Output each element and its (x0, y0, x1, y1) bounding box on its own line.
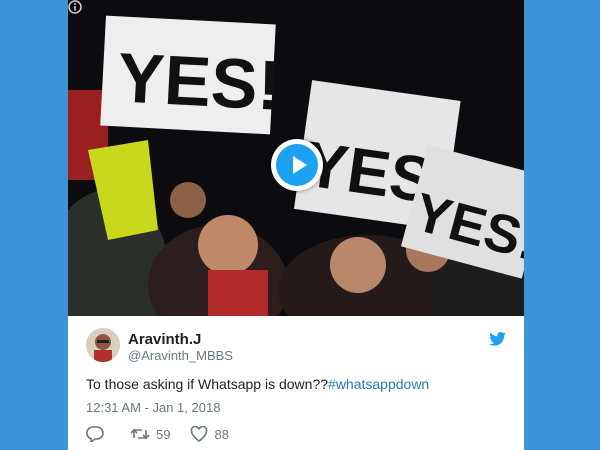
play-button[interactable] (271, 139, 323, 191)
video-player[interactable]: YES! YES! YES! (68, 0, 524, 316)
reply-icon (86, 426, 104, 442)
retweet-icon (130, 428, 150, 440)
heart-icon (191, 426, 208, 442)
twitter-bird-icon[interactable] (489, 332, 506, 346)
retweet-count: 59 (156, 426, 171, 442)
like-button[interactable]: 88 (190, 426, 229, 442)
retweet-button[interactable]: 59 (130, 426, 170, 442)
tweet-actions: 59 88 (86, 424, 249, 444)
like-count: 88 (214, 426, 229, 442)
hashtag-link[interactable]: #whatsappdown (328, 376, 429, 392)
avatar[interactable] (86, 328, 120, 362)
tweet-card: YES! YES! YES! Aravinth.J @Aravinth_MBBS… (68, 0, 524, 450)
tweet-header: Aravinth.J @Aravinth_MBBS (86, 328, 506, 368)
display-name[interactable]: Aravinth.J (128, 331, 201, 348)
tweet-text: To those asking if Whatsapp is down??#wh… (86, 376, 429, 392)
sign-1-text: YES! (116, 38, 283, 124)
info-icon[interactable] (68, 0, 82, 14)
tweet-body: To those asking if Whatsapp is down?? (86, 376, 329, 392)
play-icon (276, 144, 318, 186)
user-handle[interactable]: @Aravinth_MBBS (128, 348, 233, 363)
reply-button[interactable] (86, 426, 110, 442)
timestamp[interactable]: 12:31 AM - Jan 1, 2018 (86, 400, 220, 415)
